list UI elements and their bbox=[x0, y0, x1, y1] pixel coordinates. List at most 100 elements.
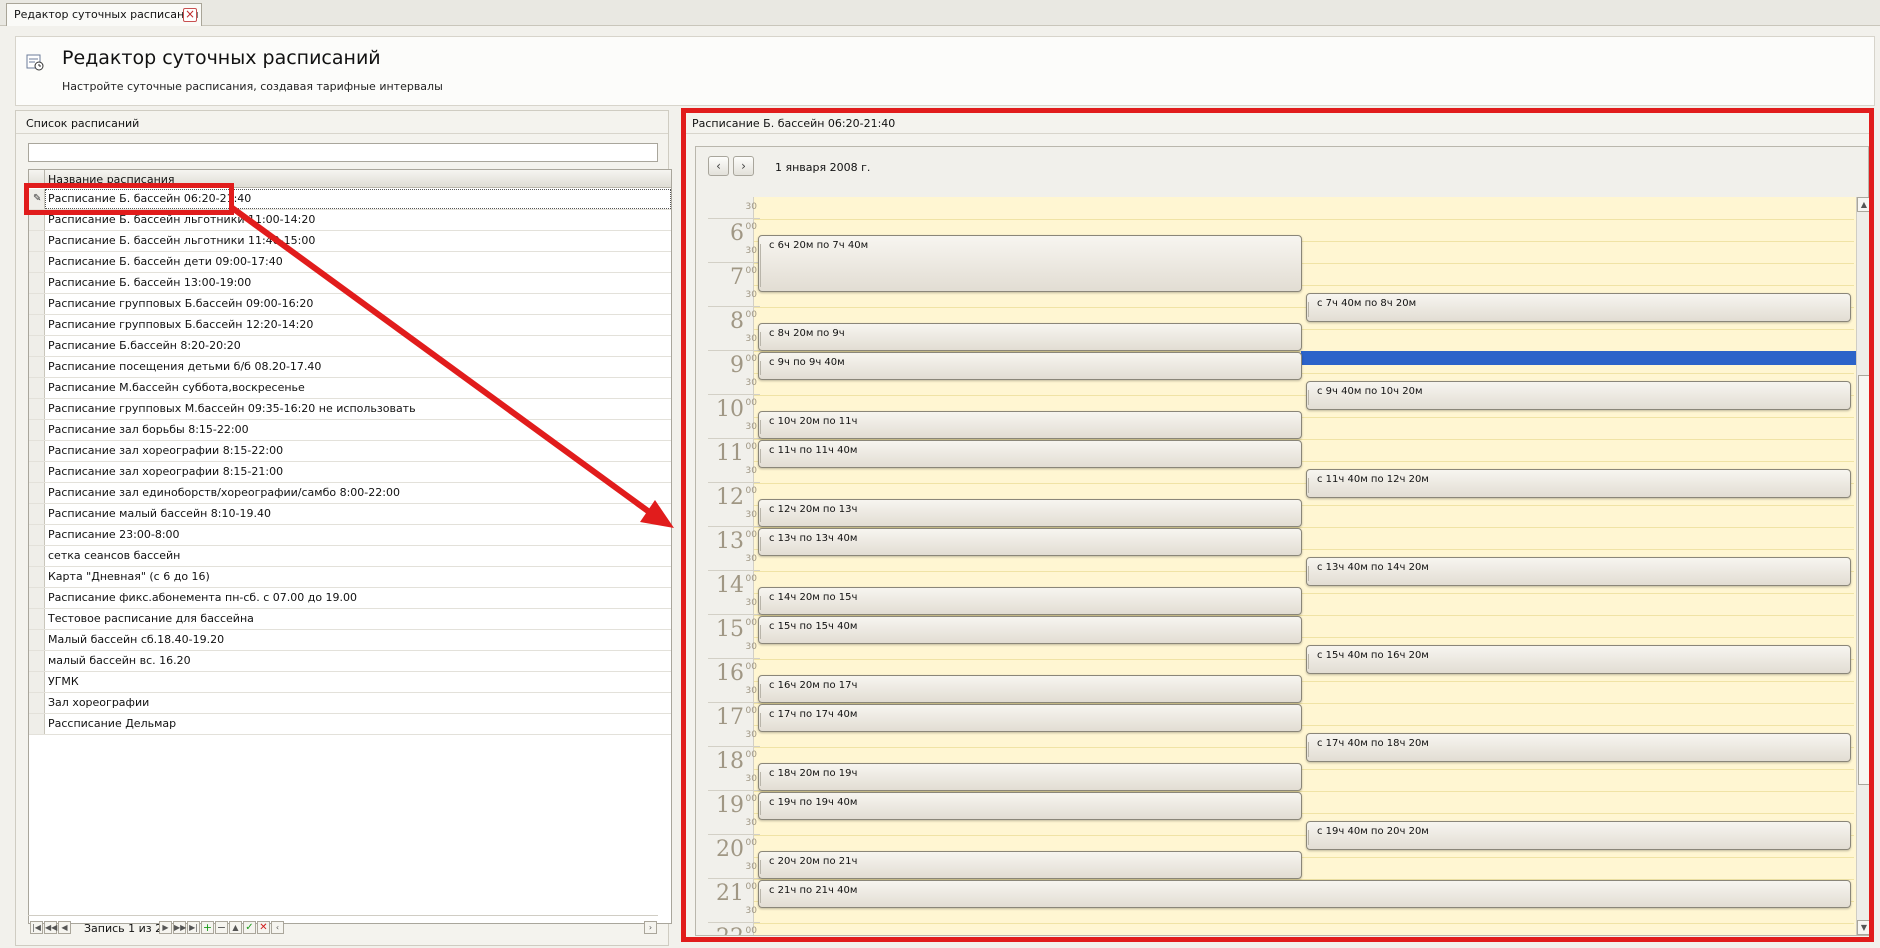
table-row[interactable]: сетка сеансов бассейн bbox=[29, 546, 671, 567]
page-title: Редактор суточных расписаний bbox=[62, 47, 381, 69]
row-indicator[interactable] bbox=[29, 672, 45, 692]
highlight-frame-selected-row bbox=[24, 183, 234, 215]
row-indicator[interactable] bbox=[29, 357, 45, 377]
table-row[interactable]: Расписание групповых М.бассейн 09:35-16:… bbox=[29, 399, 671, 420]
edit-icon[interactable]: ▲ bbox=[229, 921, 242, 934]
schedule-list-panel: Список расписаний Название расписания ✎ Р… bbox=[15, 110, 672, 946]
schedule-name: сетка сеансов бассейн bbox=[48, 549, 181, 562]
schedule-grid: Название расписания ✎ Расписание Б. бассе… bbox=[28, 169, 672, 924]
last-page-icon[interactable]: ▶| bbox=[187, 921, 200, 934]
table-row[interactable]: Расписание посещения детьми б/б 08.20-17… bbox=[29, 357, 671, 378]
scroll-left-icon[interactable]: ‹ bbox=[271, 921, 284, 934]
schedule-name: Расписание фикс.абонемента пн-сб. с 07.0… bbox=[48, 591, 358, 604]
schedule-name: Расписание Б. бассейн дети 09:00-17:40 bbox=[48, 255, 283, 268]
prev-page-icon[interactable]: ◀◀ bbox=[44, 921, 57, 934]
schedule-name: Зал хореографии bbox=[48, 696, 150, 709]
schedule-name: малый бассейн вс. 16.20 bbox=[48, 654, 191, 667]
divider bbox=[16, 133, 668, 134]
table-row[interactable]: Расписание зал борьбы 8:15-22:00 bbox=[29, 420, 671, 441]
table-row[interactable]: Расписание М.бассейн суббота,воскресенье bbox=[29, 378, 671, 399]
schedule-name: Малый бассейн сб.18.40-19.20 bbox=[48, 633, 225, 646]
table-row[interactable]: Малый бассейн сб.18.40-19.20 bbox=[29, 630, 671, 651]
row-indicator[interactable] bbox=[29, 504, 45, 524]
schedule-name: Расписание 23:00-8:00 bbox=[48, 528, 180, 541]
row-indicator[interactable] bbox=[29, 294, 45, 314]
schedule-name: Расписание Б. бассейн 13:00-19:00 bbox=[48, 276, 252, 289]
table-row[interactable]: Тестовое расписание для бассейна bbox=[29, 609, 671, 630]
schedule-name: Расписание зал борьбы 8:15-22:00 bbox=[48, 423, 249, 436]
schedule-name: Карта "Дневная" (с 6 до 16) bbox=[48, 570, 210, 583]
table-row[interactable]: Расписание зал хореографии 8:15-21:00 bbox=[29, 462, 671, 483]
schedule-icon bbox=[26, 54, 44, 71]
row-indicator[interactable] bbox=[29, 525, 45, 545]
next-page-icon[interactable]: ▶▶ bbox=[173, 921, 186, 934]
row-indicator[interactable] bbox=[29, 567, 45, 587]
filter-input[interactable] bbox=[28, 143, 658, 162]
table-row[interactable]: Расписание групповых Б.бассейн 09:00-16:… bbox=[29, 294, 671, 315]
schedule-name: Расписание посещения детьми б/б 08.20-17… bbox=[48, 360, 322, 373]
row-indicator[interactable] bbox=[29, 546, 45, 566]
scroll-right-icon[interactable]: › bbox=[644, 921, 657, 934]
record-counter: Запись 1 из 26 bbox=[84, 922, 170, 935]
row-indicator[interactable] bbox=[29, 315, 45, 335]
prev-record-icon[interactable]: ◀ bbox=[58, 921, 71, 934]
next-record-icon[interactable]: ▶ bbox=[159, 921, 172, 934]
table-row[interactable]: Расписание Б.бассейн 8:20-20:20 bbox=[29, 336, 671, 357]
schedule-name: УГМК bbox=[48, 675, 79, 688]
schedule-name: Расписание Б. бассейн льготники 11:40-15… bbox=[48, 234, 316, 247]
table-row[interactable]: Рассписание Дельмар bbox=[29, 714, 671, 735]
table-row[interactable]: Расписание групповых Б.бассейн 12:20-14:… bbox=[29, 315, 671, 336]
row-indicator[interactable] bbox=[29, 336, 45, 356]
row-indicator[interactable] bbox=[29, 231, 45, 251]
row-indicator[interactable] bbox=[29, 420, 45, 440]
record-navigator: |◀ ◀◀ ◀ Запись 1 из 26 ▶ ▶▶ ▶| + − ▲ ✓ ✕… bbox=[28, 915, 658, 937]
table-row[interactable]: УГМК bbox=[29, 672, 671, 693]
row-indicator[interactable] bbox=[29, 609, 45, 629]
table-row[interactable]: Расписание Б. бассейн льготники 11:40-15… bbox=[29, 231, 671, 252]
page-header: Редактор суточных расписаний Настройте с… bbox=[15, 36, 1875, 106]
row-indicator[interactable] bbox=[29, 399, 45, 419]
table-row[interactable]: Карта "Дневная" (с 6 до 16) bbox=[29, 567, 671, 588]
row-indicator[interactable] bbox=[29, 273, 45, 293]
row-indicator[interactable] bbox=[29, 378, 45, 398]
document-tab-bar: Редактор суточных расписаний × bbox=[0, 0, 1880, 26]
table-row[interactable]: Расписание Б. бассейн 13:00-19:00 bbox=[29, 273, 671, 294]
panel-title: Список расписаний bbox=[26, 117, 140, 130]
table-row[interactable]: Расписание Б. бассейн дети 09:00-17:40 bbox=[29, 252, 671, 273]
table-row[interactable]: Расписание зал хореографии 8:15-22:00 bbox=[29, 441, 671, 462]
row-indicator[interactable] bbox=[29, 483, 45, 503]
row-indicator[interactable] bbox=[29, 441, 45, 461]
row-indicator[interactable] bbox=[29, 714, 45, 734]
schedule-name: Расписание малый бассейн 8:10-19.40 bbox=[48, 507, 271, 520]
delete-icon[interactable]: − bbox=[215, 921, 228, 934]
row-indicator[interactable] bbox=[29, 651, 45, 671]
schedule-name: Расписание зал хореографии 8:15-22:00 bbox=[48, 444, 284, 457]
tab-schedule-editor[interactable]: Редактор суточных расписаний × bbox=[6, 3, 202, 26]
schedule-name: Рассписание Дельмар bbox=[48, 717, 177, 730]
table-row[interactable]: Расписание зал единоборств/хореографии/с… bbox=[29, 483, 671, 504]
table-row[interactable]: малый бассейн вс. 16.20 bbox=[29, 651, 671, 672]
schedule-name: Расписание зал единоборств/хореографии/с… bbox=[48, 486, 400, 499]
schedule-name: Расписание групповых Б.бассейн 12:20-14:… bbox=[48, 318, 314, 331]
row-indicator[interactable] bbox=[29, 462, 45, 482]
table-row[interactable]: Расписание 23:00-8:00 bbox=[29, 525, 671, 546]
row-indicator[interactable] bbox=[29, 693, 45, 713]
cancel-x-icon[interactable]: ✕ bbox=[257, 921, 270, 934]
row-indicator[interactable] bbox=[29, 630, 45, 650]
first-page-icon[interactable]: |◀ bbox=[30, 921, 43, 934]
highlight-frame-detail bbox=[681, 108, 1874, 942]
schedule-name: Расписание групповых М.бассейн 09:35-16:… bbox=[48, 402, 416, 415]
row-indicator[interactable] bbox=[29, 588, 45, 608]
schedule-name: Расписание Б.бассейн 8:20-20:20 bbox=[48, 339, 241, 352]
save-check-icon[interactable]: ✓ bbox=[243, 921, 256, 934]
close-icon[interactable]: × bbox=[183, 8, 197, 22]
add-icon[interactable]: + bbox=[201, 921, 214, 934]
schedule-name: Тестовое расписание для бассейна bbox=[48, 612, 254, 625]
schedule-name: Расписание зал хореографии 8:15-21:00 bbox=[48, 465, 284, 478]
table-row[interactable]: Зал хореографии bbox=[29, 693, 671, 714]
table-row[interactable]: Расписание малый бассейн 8:10-19.40 bbox=[29, 504, 671, 525]
schedule-name: Расписание М.бассейн суббота,воскресенье bbox=[48, 381, 305, 394]
row-indicator[interactable] bbox=[29, 252, 45, 272]
table-row[interactable]: Расписание фикс.абонемента пн-сб. с 07.0… bbox=[29, 588, 671, 609]
page-subtitle: Настройте суточные расписания, создавая … bbox=[62, 80, 443, 93]
